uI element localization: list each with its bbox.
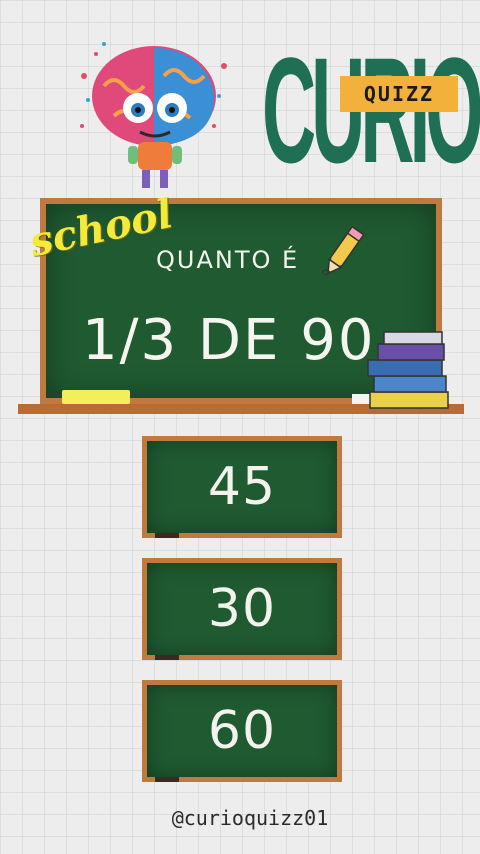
- question-text: 1/3 DE 90: [82, 308, 376, 373]
- books-icon: [367, 331, 449, 409]
- board-tray: [155, 533, 179, 538]
- answer-value: 30: [207, 579, 277, 639]
- board-tray: [155, 655, 179, 660]
- pencil-icon: [321, 225, 365, 276]
- answer-option-2[interactable]: 30: [142, 558, 342, 660]
- board-tray: [155, 777, 179, 782]
- chalk-stick: [62, 390, 130, 404]
- answer-option-3[interactable]: 60: [142, 680, 342, 782]
- answer-value: 45: [207, 457, 277, 517]
- brain-mascot-icon: [80, 42, 227, 188]
- answer-value: 60: [207, 701, 277, 761]
- question-label: QUANTO É: [156, 246, 300, 274]
- answer-option-1[interactable]: 45: [142, 436, 342, 538]
- social-handle: @curioquizz01: [171, 806, 329, 830]
- brand-badge: QUIZZ: [340, 76, 458, 112]
